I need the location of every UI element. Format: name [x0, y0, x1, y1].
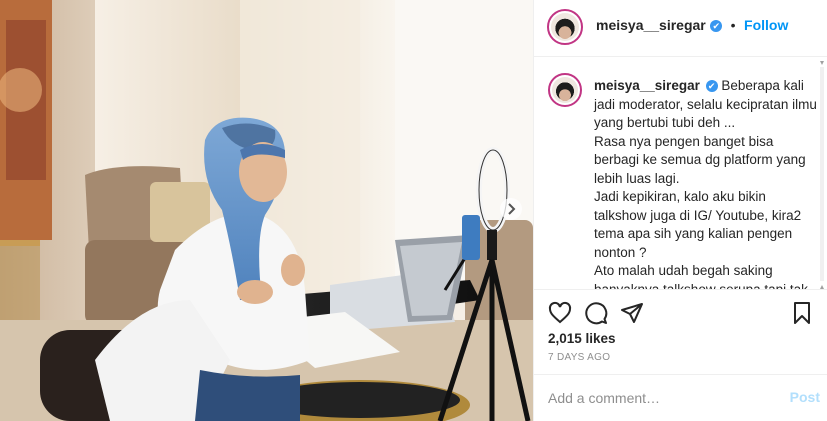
share-icon[interactable]: [620, 301, 644, 325]
comment-bar: Post: [534, 374, 827, 421]
photo-illustration: [0, 0, 533, 421]
header-username[interactable]: meisya__siregar: [596, 17, 706, 33]
caption-verified-icon: ✔: [705, 80, 718, 92]
post-age[interactable]: 7 DAYS AGO: [548, 352, 610, 363]
caption-avatar[interactable]: [548, 73, 582, 107]
verified-icon: ✔: [710, 20, 723, 32]
post-photo[interactable]: [0, 0, 533, 421]
caption-area: meisya__siregar ✔ Beberapa kali jadi mod…: [534, 57, 827, 289]
caption-avatar-image: [552, 77, 578, 103]
post-sidebar: meisya__siregar ✔ • Follow meisya__sireg…: [533, 0, 827, 421]
post-header: meisya__siregar ✔ • Follow: [534, 0, 827, 57]
instagram-post: meisya__siregar ✔ • Follow meisya__sireg…: [0, 0, 827, 421]
likes-count[interactable]: 2,015 likes: [548, 331, 616, 346]
chevron-right-icon: [508, 203, 516, 215]
caption-line-4: Ato malah udah begah saking banyaknya ta…: [594, 263, 808, 289]
action-bar: [534, 289, 827, 334]
avatar[interactable]: [547, 9, 583, 45]
separator-dot: •: [730, 17, 736, 33]
heart-icon[interactable]: [548, 301, 572, 325]
caption-line-3: Jadi kepikiran, kalo aku bikin talkshow …: [594, 189, 802, 260]
avatar-image: [551, 13, 579, 41]
caption-line-2: Rasa nya pengen banget bisa berbagi ke s…: [594, 133, 806, 186]
next-photo-button[interactable]: [500, 198, 522, 220]
follow-button[interactable]: Follow: [744, 17, 788, 33]
caption-text: meisya__siregar ✔ Beberapa kali jadi mod…: [594, 77, 818, 289]
post-comment-button[interactable]: Post: [790, 389, 820, 405]
header-userline: meisya__siregar ✔ • Follow: [596, 17, 788, 35]
comment-icon[interactable]: [584, 301, 608, 325]
comment-input[interactable]: [548, 387, 768, 409]
bookmark-icon[interactable]: [790, 301, 814, 325]
caption-scrollbar[interactable]: [819, 61, 825, 289]
caption-username[interactable]: meisya__siregar: [594, 78, 700, 93]
